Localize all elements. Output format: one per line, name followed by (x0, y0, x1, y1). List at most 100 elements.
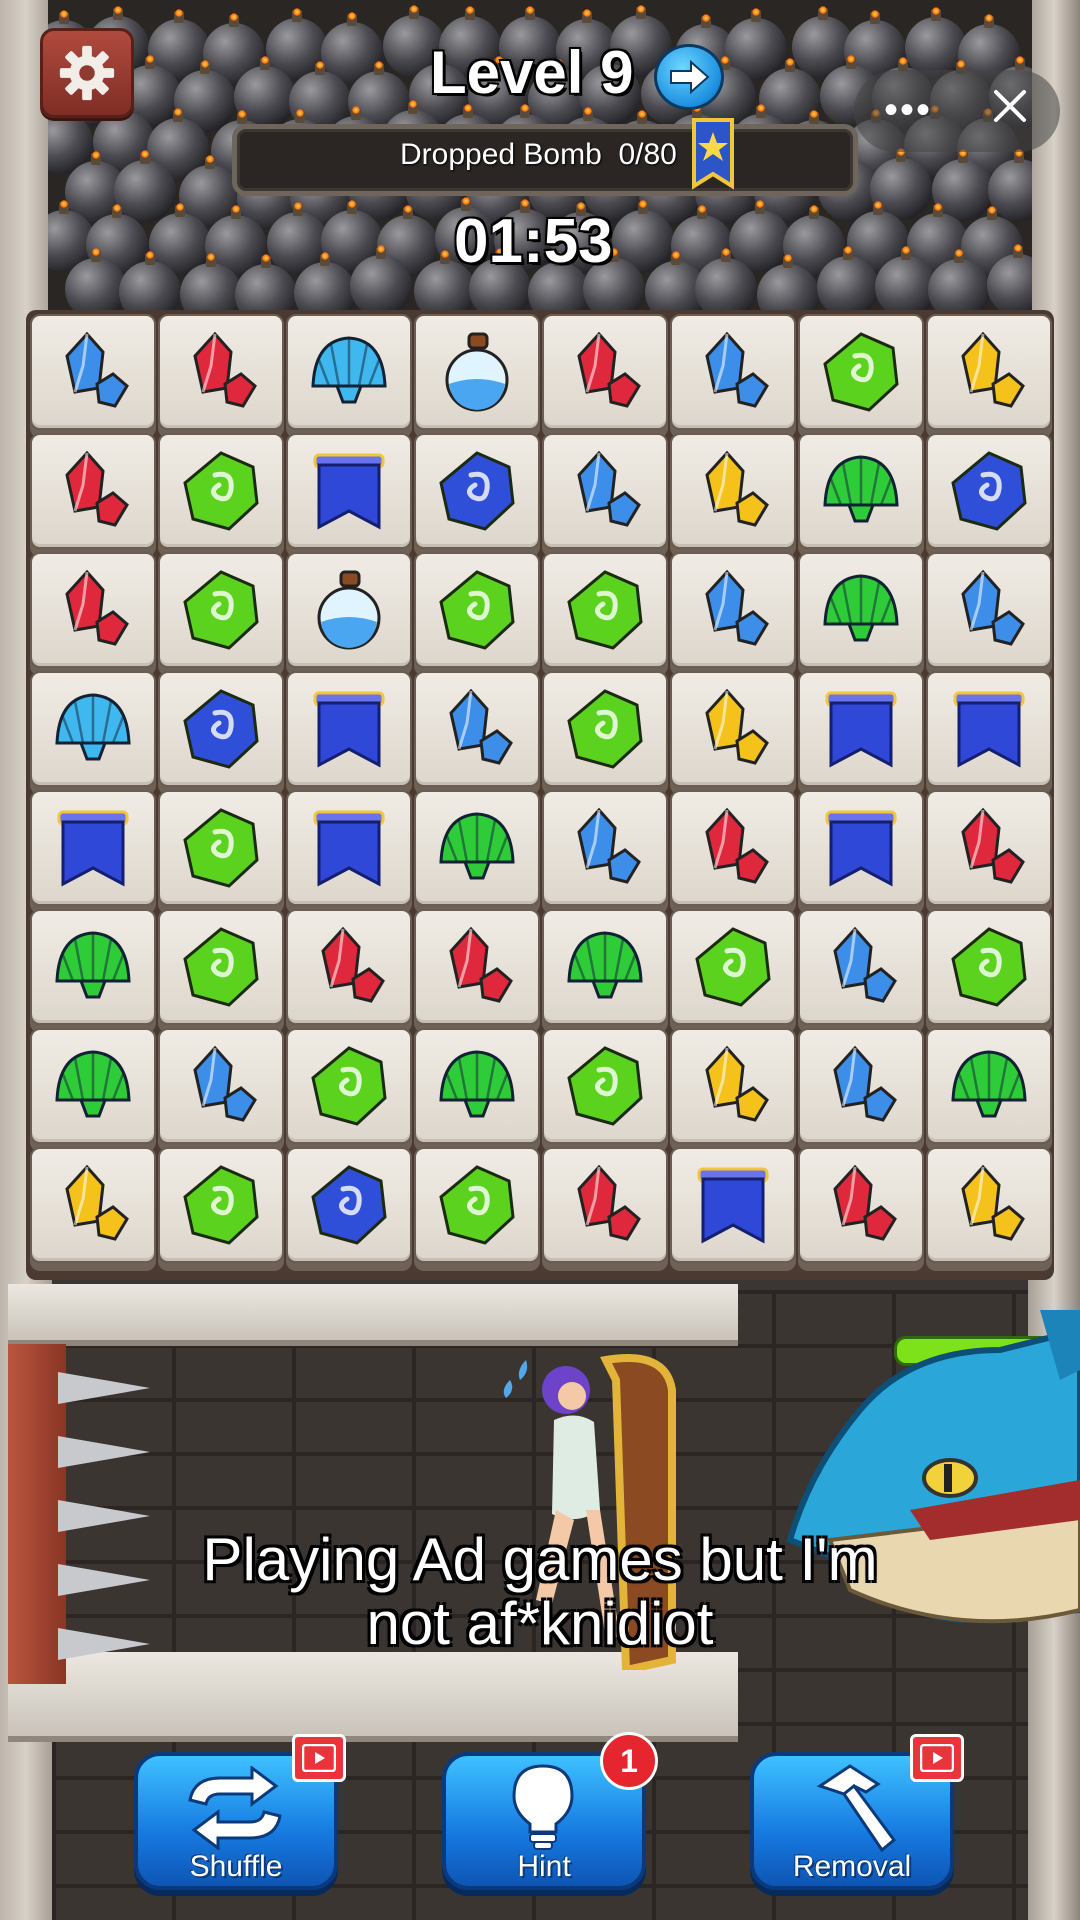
red-crystal-icon (65, 569, 129, 646)
tile-green-gem[interactable] (158, 433, 284, 549)
yellow-crystal-icon (705, 1045, 769, 1122)
tile-red-crystal[interactable] (542, 1147, 668, 1263)
tile-red-crystal[interactable] (158, 314, 284, 430)
tile-blue-banner[interactable] (30, 790, 156, 906)
bomb-fuse-spark (145, 251, 154, 260)
tile-red-crystal[interactable] (926, 790, 1052, 906)
tile-blue-shell[interactable] (30, 671, 156, 787)
tile-green-gem[interactable] (542, 552, 668, 668)
tile-blue-gem[interactable] (414, 433, 540, 549)
bomb-fuse-spark (843, 245, 852, 254)
tile-green-gem[interactable] (798, 314, 924, 430)
tile-yellow-crystal[interactable] (926, 314, 1052, 430)
tile-green-shell[interactable] (542, 909, 668, 1025)
yellow-crystal-icon (705, 688, 769, 765)
tile-blue-banner[interactable] (286, 671, 412, 787)
blue-crystal-icon (65, 331, 129, 408)
tile-green-gem[interactable] (926, 909, 1052, 1025)
green-gem-icon (311, 1046, 387, 1126)
tile-green-gem[interactable] (286, 1028, 412, 1144)
tile-green-gem[interactable] (670, 909, 796, 1025)
tile-green-gem[interactable] (158, 909, 284, 1025)
bomb-fuse-spark (871, 9, 880, 18)
tile-blue-crystal[interactable] (158, 1028, 284, 1144)
tile-blue-potion[interactable] (286, 552, 412, 668)
blue-crystal-icon (705, 569, 769, 646)
tile-green-shell[interactable] (30, 1028, 156, 1144)
green-gem-icon (183, 1165, 259, 1245)
tile-red-crystal[interactable] (414, 909, 540, 1025)
progress-label: Dropped Bomb (400, 138, 602, 171)
tile-board (26, 310, 1054, 1280)
tile-blue-crystal[interactable] (670, 314, 796, 430)
close-icon[interactable] (990, 86, 1030, 131)
tile-green-gem[interactable] (542, 671, 668, 787)
tile-blue-crystal[interactable] (542, 790, 668, 906)
tile-green-gem[interactable] (414, 552, 540, 668)
tile-blue-gem[interactable] (926, 433, 1052, 549)
tile-blue-crystal[interactable] (30, 314, 156, 430)
settings-button[interactable] (40, 28, 134, 118)
tile-blue-crystal[interactable] (542, 433, 668, 549)
tile-red-crystal[interactable] (30, 433, 156, 549)
blue-crystal-icon (833, 926, 897, 1003)
bomb-fuse-spark (846, 55, 855, 64)
blue-crystal-icon (961, 569, 1025, 646)
bomb-fuse-spark (229, 12, 238, 21)
tile-yellow-crystal[interactable] (926, 1147, 1052, 1263)
tile-blue-crystal[interactable] (926, 552, 1052, 668)
tile-green-gem[interactable] (158, 1147, 284, 1263)
level-title: Level 9 (430, 39, 634, 106)
tile-green-shell[interactable] (414, 1028, 540, 1144)
progress-text: Dropped Bomb 0/80 (400, 138, 677, 172)
tile-blue-crystal[interactable] (798, 909, 924, 1025)
tile-red-crystal[interactable] (30, 552, 156, 668)
blue-crystal-icon (833, 1045, 897, 1122)
tile-green-gem[interactable] (414, 1147, 540, 1263)
blue-banner-icon (953, 691, 1025, 768)
blue-crystal-icon (577, 450, 641, 527)
tile-blue-banner[interactable] (286, 790, 412, 906)
more-dots-icon[interactable]: ••• (884, 90, 932, 130)
bomb-fuse-spark (206, 154, 215, 163)
tile-yellow-crystal[interactable] (670, 433, 796, 549)
bomb-fuse-spark (403, 204, 412, 213)
bomb-fuse-spark (59, 200, 68, 209)
blue-banner-icon (313, 453, 385, 530)
bomb-fuse-spark (931, 6, 940, 15)
tile-red-crystal[interactable] (798, 1147, 924, 1263)
tile-red-crystal[interactable] (542, 314, 668, 430)
shuffle-arrows-icon (188, 1766, 282, 1850)
tile-red-crystal[interactable] (286, 909, 412, 1025)
green-shell-icon (823, 574, 899, 642)
tile-green-shell[interactable] (798, 552, 924, 668)
tile-yellow-crystal[interactable] (670, 671, 796, 787)
tile-green-gem[interactable] (158, 552, 284, 668)
tile-red-crystal[interactable] (670, 790, 796, 906)
blue-banner-icon (313, 691, 385, 768)
tile-blue-crystal[interactable] (798, 1028, 924, 1144)
tile-blue-gem[interactable] (286, 1147, 412, 1263)
tile-blue-banner[interactable] (286, 433, 412, 549)
tile-blue-gem[interactable] (158, 671, 284, 787)
tile-yellow-crystal[interactable] (670, 1028, 796, 1144)
tile-blue-banner[interactable] (798, 790, 924, 906)
tile-blue-banner[interactable] (926, 671, 1052, 787)
bomb-fuse-spark (175, 203, 184, 212)
tile-blue-crystal[interactable] (414, 671, 540, 787)
tile-blue-banner[interactable] (670, 1147, 796, 1263)
tile-blue-potion[interactable] (414, 314, 540, 430)
tile-blue-banner[interactable] (798, 671, 924, 787)
tile-green-gem[interactable] (158, 790, 284, 906)
bomb-fuse-spark (440, 249, 449, 258)
tile-green-shell[interactable] (414, 790, 540, 906)
next-level-button[interactable] (654, 44, 724, 110)
tile-green-gem[interactable] (542, 1028, 668, 1144)
tile-blue-crystal[interactable] (670, 552, 796, 668)
tile-blue-shell[interactable] (286, 314, 412, 430)
green-gem-icon (567, 1046, 643, 1126)
tile-green-shell[interactable] (926, 1028, 1052, 1144)
tile-yellow-crystal[interactable] (30, 1147, 156, 1263)
tile-green-shell[interactable] (30, 909, 156, 1025)
tile-green-shell[interactable] (798, 433, 924, 549)
